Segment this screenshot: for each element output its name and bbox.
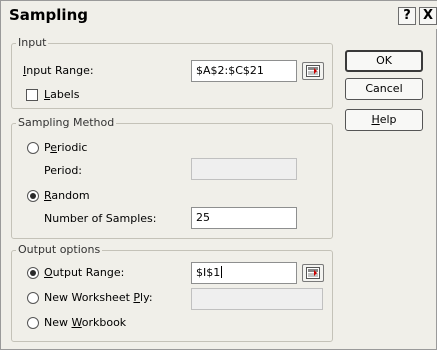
input-range-field[interactable]: $A$2:$C$21 [191, 60, 297, 82]
new-worksheet-ply-label: New Worksheet Ply: [44, 291, 153, 304]
collapse-dialog-icon[interactable] [302, 62, 324, 80]
sampling-method-label: Sampling Method [16, 116, 117, 129]
cancel-button[interactable]: Cancel [345, 78, 423, 100]
text-cursor [221, 266, 223, 278]
output-range-radio-label: Output Range: [44, 266, 125, 279]
help-button[interactable]: Help [345, 109, 423, 131]
number-of-samples-field[interactable]: 25 [191, 207, 297, 229]
output-range-radio[interactable] [27, 267, 39, 279]
output-range-field[interactable]: $I$1 [191, 262, 297, 284]
input-range-label: Input Range: [23, 64, 94, 77]
sampling-dialog: Sampling ? X Input Input Range: $A$2:$C$… [0, 0, 437, 350]
close-icon[interactable]: X [419, 7, 437, 25]
dialog-title: Sampling [9, 6, 88, 24]
new-workbook-radio[interactable] [27, 317, 39, 329]
labels-checkbox[interactable] [26, 89, 38, 101]
ok-button[interactable]: OK [345, 50, 423, 72]
collapse-dialog-icon[interactable] [302, 264, 324, 282]
random-radio-label: Random [44, 189, 90, 202]
title-bar: Sampling ? X [1, 1, 437, 29]
periodic-radio[interactable] [27, 142, 39, 154]
input-group-label: Input [16, 36, 49, 49]
number-of-samples-label: Number of Samples: [44, 212, 157, 225]
output-options-label: Output options [16, 243, 103, 256]
period-field[interactable] [191, 158, 297, 180]
output-range-value: $I$1 [196, 266, 221, 279]
labels-checkbox-label: Labels [44, 88, 80, 101]
period-label: Period: [44, 164, 83, 177]
new-workbook-label: New Workbook [44, 316, 127, 329]
random-radio[interactable] [27, 190, 39, 202]
periodic-radio-label: Periodic [44, 141, 88, 154]
new-worksheet-ply-field[interactable] [191, 288, 323, 310]
new-worksheet-ply-radio[interactable] [27, 292, 39, 304]
help-icon[interactable]: ? [398, 7, 416, 25]
